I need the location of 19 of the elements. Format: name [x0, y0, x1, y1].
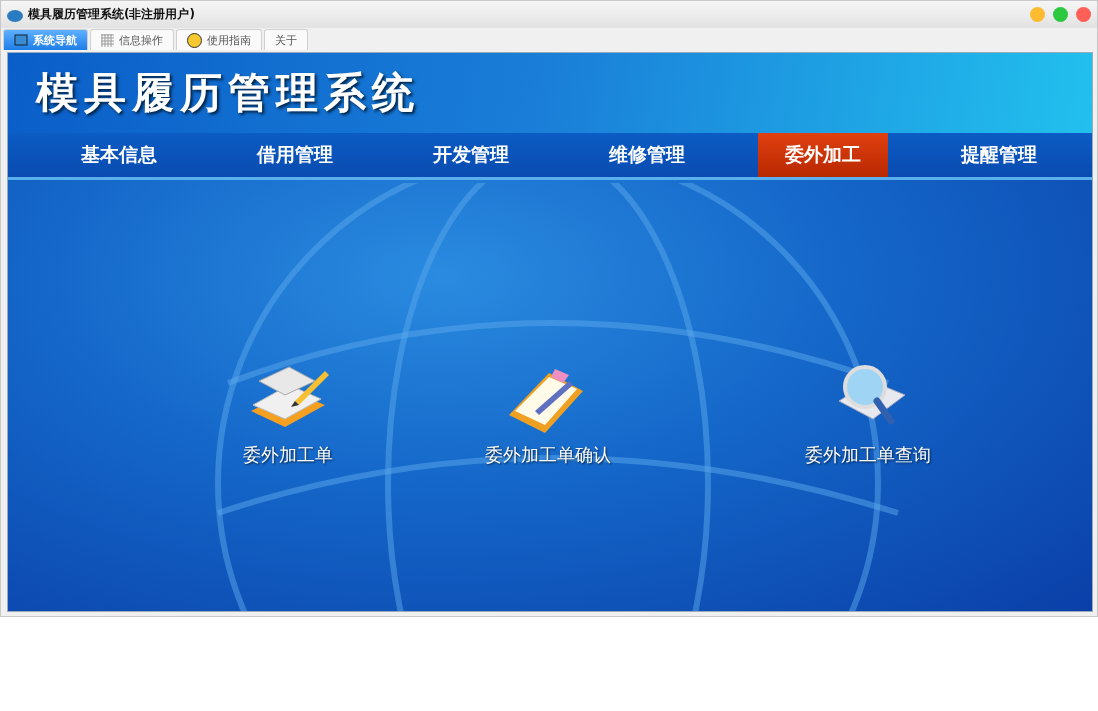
- nav-tab[interactable]: 委外加工: [758, 133, 888, 177]
- banner-title: 模具履历管理系统: [36, 67, 420, 119]
- tab[interactable]: 使用指南: [176, 29, 262, 50]
- maximize-button[interactable]: [1053, 7, 1068, 22]
- tab[interactable]: 信息操作: [90, 29, 174, 50]
- nav-tab[interactable]: 基本信息: [54, 133, 184, 177]
- nav-tab[interactable]: 维修管理: [582, 133, 712, 177]
- minimize-button[interactable]: [1030, 7, 1045, 22]
- function-button[interactable]: 委外加工单查询: [718, 360, 1018, 468]
- tab[interactable]: 关于: [264, 29, 308, 50]
- function-button[interactable]: 委外加工单确认: [378, 360, 718, 468]
- close-button[interactable]: [1076, 7, 1091, 22]
- grid-icon: [101, 33, 114, 47]
- function-button[interactable]: 委外加工单: [198, 360, 378, 468]
- window-title: 模具履历管理系统(非注册用户): [28, 6, 196, 23]
- monitor-icon: [14, 34, 28, 46]
- nav-tab[interactable]: 提醒管理: [934, 133, 1064, 177]
- nav-tab[interactable]: 开发管理: [406, 133, 536, 177]
- nav-tab[interactable]: 借用管理: [230, 133, 360, 177]
